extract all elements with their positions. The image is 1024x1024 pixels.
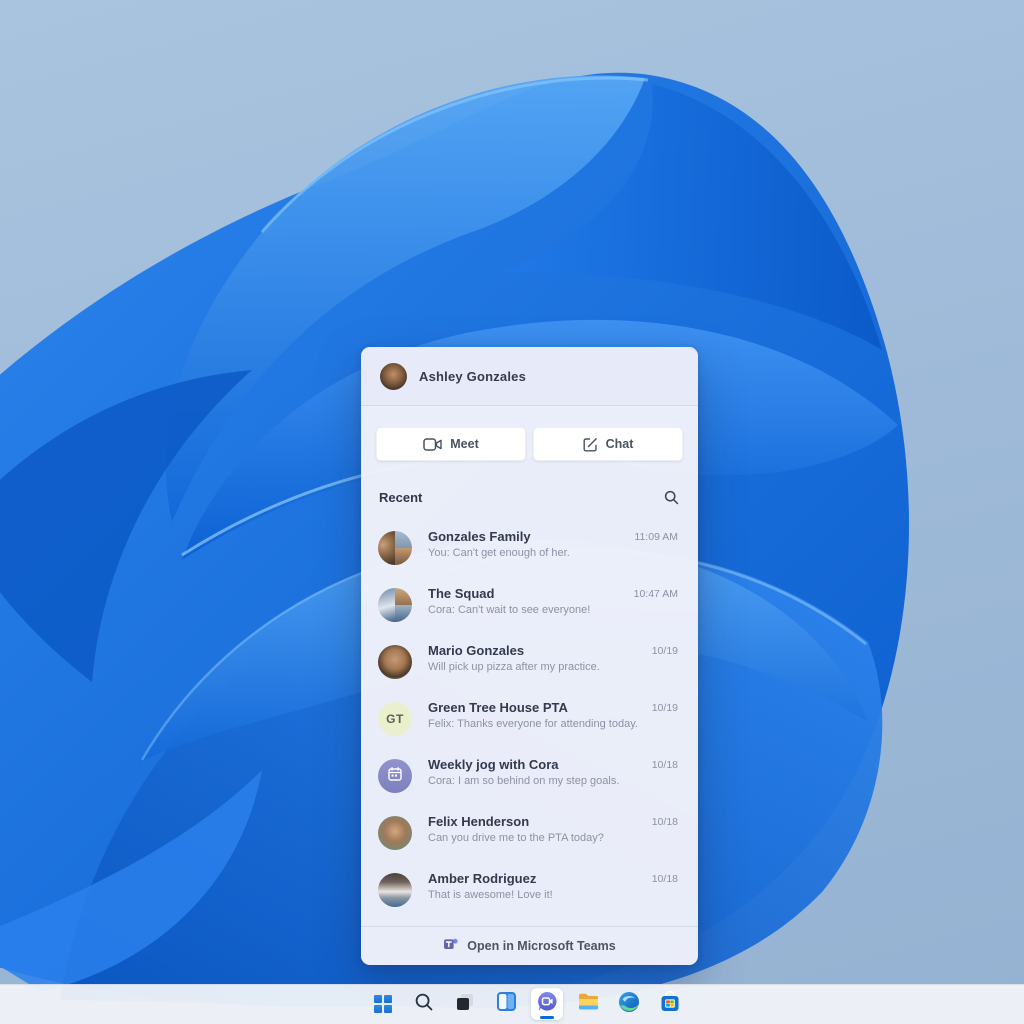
store-icon (659, 991, 681, 1018)
conversation-title: Gonzales Family (428, 529, 531, 544)
conversation-title: Mario Gonzales (428, 643, 524, 658)
contact-avatar (378, 873, 412, 907)
conversation-row[interactable]: Weekly jog with Cora Cora: I am so behin… (361, 749, 698, 806)
task-view-button[interactable] (449, 988, 481, 1020)
avatar-initials: GT (386, 712, 404, 726)
folder-icon (577, 990, 600, 1018)
taskbar-search-button[interactable] (408, 988, 440, 1020)
conversation-preview: Felix: Thanks everyone for attending tod… (428, 718, 638, 730)
user-avatar[interactable] (380, 363, 407, 390)
initials-avatar: GT (378, 702, 412, 736)
conversation-title: Green Tree House PTA (428, 700, 568, 715)
start-button[interactable] (367, 988, 399, 1020)
contact-avatar (378, 816, 412, 850)
contact-avatar (378, 645, 412, 679)
conversation-preview: Cora: Can't wait to see everyone! (428, 604, 590, 616)
conversation-preview: Will pick up pizza after my practice. (428, 661, 600, 673)
chat-button[interactable]: Chat (533, 427, 683, 461)
teams-chat-icon (536, 990, 559, 1018)
user-name: Ashley Gonzales (419, 369, 526, 384)
group-avatar (378, 588, 412, 622)
conversation-list: Gonzales Family You: Can't get enough of… (361, 521, 698, 920)
conversation-preview: Cora: I am so behind on my step goals. (428, 775, 619, 787)
conversation-row[interactable]: Gonzales Family You: Can't get enough of… (361, 521, 698, 578)
widgets-icon (496, 991, 517, 1017)
windows-logo-icon (374, 995, 392, 1013)
conversation-title: Weekly jog with Cora (428, 757, 559, 772)
search-icon (414, 992, 434, 1017)
conversation-row[interactable]: GT Green Tree House PTA Felix: Thanks ev… (361, 692, 698, 749)
conversation-title: The Squad (428, 586, 494, 601)
open-in-teams-label: Open in Microsoft Teams (467, 939, 615, 953)
calendar-avatar (378, 759, 412, 793)
teams-logo-icon (443, 936, 459, 957)
open-in-teams-button[interactable]: Open in Microsoft Teams (361, 926, 698, 965)
meet-button[interactable]: Meet (376, 427, 526, 461)
compose-icon (583, 437, 598, 452)
conversation-time: 10/18 (652, 816, 678, 828)
chat-button-label: Chat (606, 437, 634, 451)
conversation-title: Felix Henderson (428, 814, 529, 829)
task-view-icon (455, 992, 475, 1017)
group-avatar (378, 531, 412, 565)
microsoft-store-button[interactable] (654, 988, 686, 1020)
recent-label: Recent (379, 490, 422, 505)
active-app-indicator (540, 1016, 554, 1019)
taskbar-icon-group (367, 988, 686, 1020)
teams-chat-button[interactable] (531, 988, 563, 1020)
file-explorer-button[interactable] (572, 988, 604, 1020)
flyout-header: Ashley Gonzales (361, 347, 698, 406)
quick-actions: Meet Chat (376, 427, 683, 461)
conversation-preview: You: Can't get enough of her. (428, 547, 570, 559)
meet-button-label: Meet (450, 437, 478, 451)
conversation-row[interactable]: Mario Gonzales Will pick up pizza after … (361, 635, 698, 692)
widgets-button[interactable] (490, 988, 522, 1020)
conversation-time: 10/18 (652, 873, 678, 885)
conversation-row[interactable]: The Squad Cora: Can't wait to see everyo… (361, 578, 698, 635)
edge-icon (618, 991, 640, 1018)
conversation-time: 10:47 AM (634, 588, 678, 600)
conversation-time: 10/19 (652, 702, 678, 714)
calendar-icon (387, 766, 403, 787)
conversation-title: Amber Rodriguez (428, 871, 536, 886)
conversation-preview: That is awesome! Love it! (428, 889, 553, 901)
conversation-row[interactable]: Amber Rodriguez That is awesome! Love it… (361, 863, 698, 920)
conversation-time: 10/18 (652, 759, 678, 771)
conversation-row[interactable]: Felix Henderson Can you drive me to the … (361, 806, 698, 863)
conversation-time: 11:09 AM (634, 531, 678, 543)
edge-button[interactable] (613, 988, 645, 1020)
conversation-preview: Can you drive me to the PTA today? (428, 832, 604, 844)
video-camera-icon (423, 438, 442, 451)
conversation-time: 10/19 (652, 645, 678, 657)
search-icon[interactable] (662, 488, 680, 506)
desktop: Ashley Gonzales Meet Chat Recent (0, 0, 1024, 1024)
recent-section-header: Recent (379, 487, 680, 507)
teams-chat-flyout: Ashley Gonzales Meet Chat Recent (361, 347, 698, 965)
taskbar (0, 984, 1024, 1024)
